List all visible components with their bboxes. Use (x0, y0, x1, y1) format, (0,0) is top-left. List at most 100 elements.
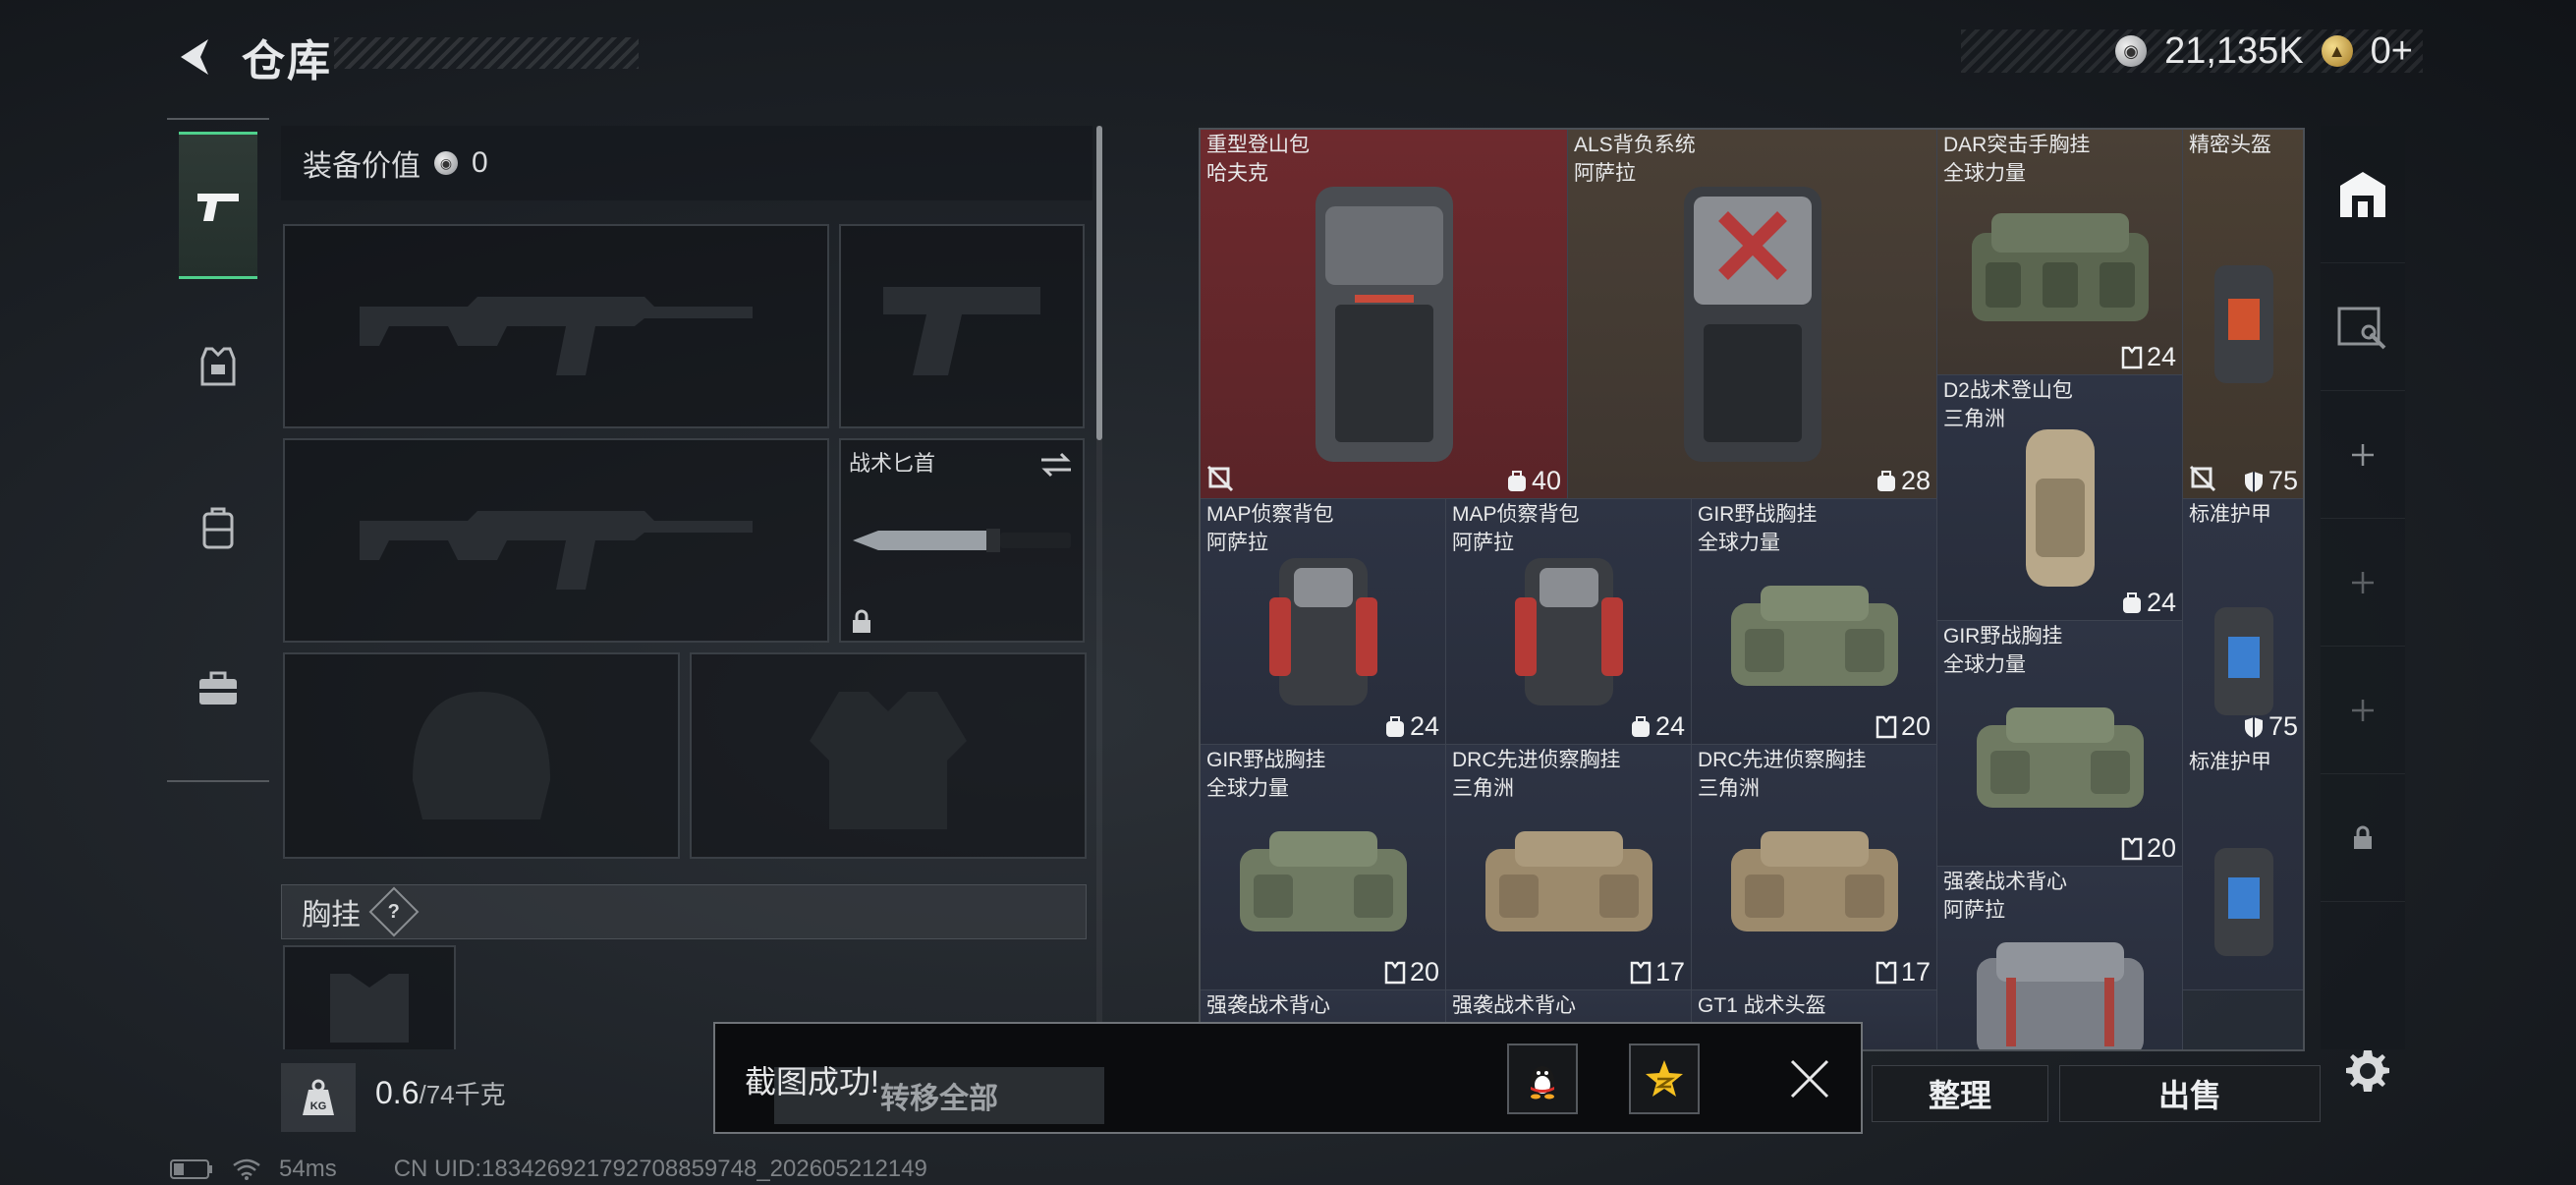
item-name: GIR野战胸挂 (1206, 749, 1326, 771)
chest-rig-slot[interactable] (283, 945, 456, 1049)
battery-icon (170, 1159, 212, 1179)
item-capacity: 24 (2121, 342, 2176, 372)
item-name: 重型登山包 (1206, 134, 1310, 156)
carry-weight-current: 0.6 (375, 1075, 420, 1110)
item-precision-helmet[interactable]: 精密头盔 75 (2183, 130, 2303, 499)
item-brand: 阿萨拉 (1574, 162, 1636, 185)
item-d2-tactical-backpack[interactable]: D2战术登山包 三角洲 24 (1937, 375, 2183, 621)
backpack-image-icon (1683, 186, 1821, 462)
item-image (1702, 548, 1927, 714)
item-name: DAR突击手胸挂 (1943, 134, 2091, 156)
tab-card-storage[interactable] (2321, 263, 2405, 391)
page-title: 仓库 (242, 37, 332, 85)
category-weapons[interactable] (179, 132, 257, 279)
backpack-icon (202, 507, 234, 549)
add-storage-button[interactable] (2321, 647, 2405, 774)
item-durability: 75 (2243, 466, 2298, 496)
item-gir-field-rig[interactable]: GIR野战胸挂 全球力量 20 (1692, 499, 1937, 745)
silver-coin-icon: ◉ (2115, 35, 2148, 67)
gold-currency-value[interactable]: 0+ (2371, 30, 2413, 73)
item-name: MAP侦察背包 (1206, 503, 1334, 526)
close-toast-button[interactable] (1778, 1047, 1841, 1110)
weight-icon: KG (281, 1063, 356, 1132)
item-name: GIR野战胸挂 (1943, 625, 2063, 648)
chest-rig-image-icon (1484, 830, 1652, 931)
item-standard-armor[interactable]: 标准护甲 75 标准护甲 (2183, 499, 2303, 990)
item-capacity-value: 28 (1900, 466, 1931, 495)
equipment-scroll-thumb[interactable] (1096, 126, 1102, 440)
toolbox-icon (199, 671, 237, 705)
item-map-recon-backpack[interactable]: MAP侦察背包 阿萨拉 24 (1446, 499, 1692, 745)
settings-button[interactable] (2338, 1042, 2397, 1100)
item-capacity: 20 (2121, 833, 2176, 864)
share-qq-button[interactable] (1507, 1044, 1578, 1114)
backpack-capacity-icon (2122, 592, 2141, 613)
tab-warehouse[interactable] (2321, 126, 2405, 263)
chest-rig-header: 胸挂 ? (281, 884, 1087, 939)
item-heavy-mountain-backpack[interactable]: 重型登山包 哈夫克 40 (1201, 130, 1568, 499)
item-drc-advanced-recon-rig[interactable]: DRC先进侦察胸挂 三角洲 17 (1692, 745, 1937, 990)
body-armor-slot[interactable] (690, 652, 1087, 859)
item-durability-value: 75 (2268, 711, 2298, 741)
item-drc-advanced-recon-rig[interactable]: DRC先进侦察胸挂 三角洲 17 (1446, 745, 1692, 990)
vest-capacity-icon (1876, 715, 1897, 738)
secondary-rifle-slot[interactable] (283, 438, 829, 643)
vest-capacity-icon (2121, 346, 2143, 368)
backpack-image-icon (1514, 557, 1623, 705)
item-brand: 哈夫克 (1206, 162, 1268, 185)
item-capacity-value: 40 (1531, 466, 1561, 495)
item-map-recon-backpack[interactable]: MAP侦察背包 阿萨拉 24 (1201, 499, 1446, 745)
backpack-capacity-icon (1876, 470, 1895, 491)
warehouse-icon (2340, 171, 2385, 217)
vest-capacity-icon (2121, 837, 2143, 860)
back-button[interactable] (167, 28, 226, 86)
item-capacity-value: 20 (1409, 957, 1439, 987)
qq-penguin-icon (1531, 1066, 1554, 1100)
helmet-slot[interactable] (283, 652, 680, 859)
help-icon[interactable]: ? (368, 886, 420, 937)
secondary-weapon-slot[interactable] (839, 224, 1085, 428)
add-storage-button[interactable] (2321, 391, 2405, 519)
item-name: GT1 战术头盔 (1698, 994, 1826, 1017)
item-capacity: 24 (1384, 711, 1439, 742)
armor-vest-icon (200, 347, 236, 386)
item-capacity: 28 (1876, 466, 1931, 496)
sell-button[interactable]: 出售 (2059, 1065, 2321, 1122)
category-helmet-armor[interactable] (179, 293, 257, 440)
plus-icon (2352, 443, 2374, 466)
wifi-icon (233, 1158, 260, 1180)
helmet-silhouette-icon (413, 692, 550, 819)
add-storage-button[interactable] (2321, 519, 2405, 647)
item-assault-tactical-vest[interactable]: 强袭战术背心 阿萨拉 (1937, 867, 2183, 1049)
primary-weapon-slot[interactable] (283, 224, 829, 428)
item-gir-field-rig[interactable]: GIR野战胸挂 全球力量 20 (1201, 745, 1446, 990)
item-capacity-value: 24 (1409, 711, 1439, 741)
item-name: D2战术登山包 (1943, 379, 2073, 402)
tactical-knife-icon (853, 529, 1071, 552)
item-capacity-value: 20 (1900, 711, 1931, 741)
category-backpack[interactable] (179, 454, 257, 601)
rifle-silhouette-icon (360, 297, 753, 375)
item-image (2193, 179, 2294, 469)
item-name: 强袭战术背心 (1206, 994, 1330, 1017)
locked-storage-slot[interactable] (2321, 774, 2405, 902)
item-image (2193, 814, 2294, 989)
item-dar-assault-rig[interactable]: DAR突击手胸挂 全球力量 24 (1937, 130, 2183, 375)
share-qzone-button[interactable] (1629, 1044, 1700, 1114)
item-capacity: 17 (1630, 957, 1685, 988)
item-brand: 全球力量 (1206, 777, 1289, 800)
category-toolbox[interactable] (179, 615, 257, 762)
vest-image-icon (1976, 941, 2144, 1049)
plus-icon (2352, 571, 2374, 593)
item-image (1947, 424, 2172, 591)
sort-button[interactable]: 整理 (1872, 1065, 2048, 1122)
item-name: ALS背负系统 (1574, 134, 1696, 156)
no-insurance-icon (2189, 465, 2216, 492)
item-brand: 阿萨拉 (1206, 532, 1268, 554)
lock-icon (853, 609, 870, 633)
item-capacity: 17 (1876, 957, 1931, 988)
chest-rig-image-icon (1239, 830, 1407, 931)
knife-slot[interactable]: 战术匕首 (839, 438, 1085, 643)
item-als-carrier-system[interactable]: ALS背负系统 阿萨拉 28 (1568, 130, 1937, 499)
item-gir-field-rig[interactable]: GIR野战胸挂 全球力量 20 (1937, 621, 2183, 867)
